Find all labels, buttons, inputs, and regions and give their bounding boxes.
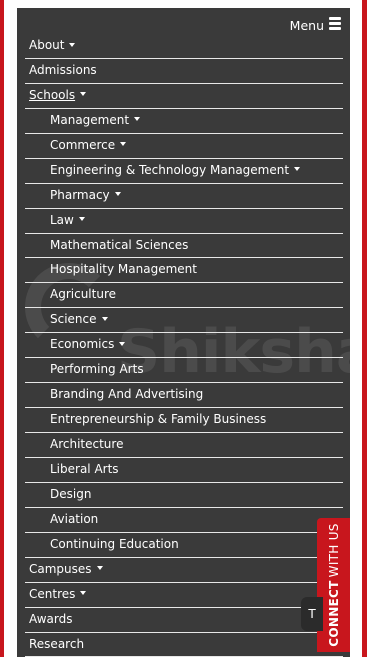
caret-down-icon[interactable] <box>294 167 301 172</box>
menu-item-label: Branding And Advertising <box>50 387 204 402</box>
menu-item-label: Architecture <box>50 437 124 451</box>
left-accent-rail <box>0 0 4 657</box>
menu-item-science[interactable]: Science <box>25 308 343 334</box>
menu-item-management[interactable]: Management <box>25 109 343 134</box>
connect-strong-text: CONNECT <box>326 580 341 647</box>
menu-item-commerce[interactable]: Commerce <box>25 134 343 159</box>
caret-down-icon[interactable] <box>80 92 87 97</box>
menu-item-label: Research <box>29 636 85 651</box>
menu-item-label: Commerce <box>50 137 116 152</box>
caret-down-icon[interactable] <box>80 591 87 596</box>
menu-item-label: Admissions <box>29 62 97 77</box>
menu-item-design[interactable]: Design <box>25 483 343 508</box>
menu-item-awards[interactable]: Awards <box>25 608 343 633</box>
menu-item-label: Economics <box>50 337 115 352</box>
menu-item-label: Continuing Education <box>50 536 179 551</box>
menu-item-label: Hospitality Management <box>50 262 197 277</box>
mobile-nav-menu: Shiksha Menu About Admissions Schools Manag… <box>17 8 350 657</box>
caret-down-icon[interactable] <box>69 42 76 47</box>
menu-item-label: Entrepreneurship & Family Business <box>50 412 267 427</box>
menu-item-label: Aviation <box>50 511 99 526</box>
menu-item-agriculture[interactable]: Agriculture <box>25 283 343 309</box>
caret-down-icon[interactable] <box>101 316 108 321</box>
menu-item-label: Agriculture <box>50 287 116 302</box>
page: Shiksha Menu About Admissions Schools Manag… <box>0 0 367 657</box>
menu-item-architecture[interactable]: Architecture <box>25 433 343 458</box>
caret-down-icon[interactable] <box>120 142 127 147</box>
caret-down-icon[interactable] <box>114 192 121 197</box>
caret-down-icon[interactable] <box>96 566 103 571</box>
menu-item-admissions[interactable]: Admissions <box>25 59 343 84</box>
menu-item-label: Centres <box>29 586 76 601</box>
connect-with-us-label: CONNECT WITH US <box>327 523 341 646</box>
menu-item-label: Design <box>50 486 92 501</box>
menu-item-hospitality-management[interactable]: Hospitality Management <box>25 258 343 284</box>
caret-down-icon[interactable] <box>78 217 85 222</box>
hamburger-icon[interactable] <box>329 17 341 30</box>
menu-item-label: Science <box>50 312 97 327</box>
caret-down-icon[interactable] <box>119 341 126 346</box>
menu-item-label: Engineering & Technology Management <box>50 162 290 177</box>
menu-item-continuing-education[interactable]: Continuing Education <box>25 533 343 558</box>
connect-with-us-tab[interactable]: CONNECT WITH US <box>317 518 350 652</box>
connect-thin-text: WITH US <box>326 523 341 578</box>
menu-item-label: About <box>29 38 65 52</box>
menu-item-label: Mathematical Sciences <box>50 237 189 252</box>
menu-item-campuses[interactable]: Campuses <box>25 558 343 583</box>
menu-item-research[interactable]: Research <box>25 633 343 657</box>
menu-item-about[interactable]: About <box>25 34 343 59</box>
menu-item-branding-and-advertising[interactable]: Branding And Advertising <box>25 383 343 409</box>
menu-item-aviation[interactable]: Aviation <box>25 508 343 533</box>
menu-item-performing-arts[interactable]: Performing Arts <box>25 358 343 384</box>
menu-item-pharmacy[interactable]: Pharmacy <box>25 184 343 209</box>
menu-item-law[interactable]: Law <box>25 209 343 234</box>
menu-item-engineering-and-technology-management[interactable]: Engineering & Technology Management <box>25 159 343 184</box>
menu-item-liberal-arts[interactable]: Liberal Arts <box>25 458 343 483</box>
menu-list: About Admissions Schools Management Commerce… <box>25 34 343 657</box>
menu-label[interactable]: Menu <box>290 18 324 33</box>
menu-item-schools[interactable]: Schools <box>25 84 343 109</box>
menu-item-label: Schools <box>29 87 76 102</box>
caret-down-icon[interactable] <box>134 117 141 122</box>
menu-item-label: Law <box>50 212 74 227</box>
menu-item-label: Performing Arts <box>50 362 144 377</box>
menu-item-label: Pharmacy <box>50 187 110 202</box>
menu-item-label: Liberal Arts <box>50 461 119 476</box>
menu-item-economics[interactable]: Economics <box>25 333 343 359</box>
back-to-top-button[interactable]: T <box>301 597 323 631</box>
menu-item-centres[interactable]: Centres <box>25 583 343 608</box>
menu-item-label: Campuses <box>29 561 92 576</box>
menu-item-entrepreneurship-and-family-business[interactable]: Entrepreneurship & Family Business <box>25 408 343 433</box>
right-accent-rail <box>362 0 367 657</box>
menu-item-label: Awards <box>29 611 73 626</box>
menu-item-mathematical-sciences[interactable]: Mathematical Sciences <box>25 234 343 259</box>
menu-item-label: Management <box>50 112 130 127</box>
